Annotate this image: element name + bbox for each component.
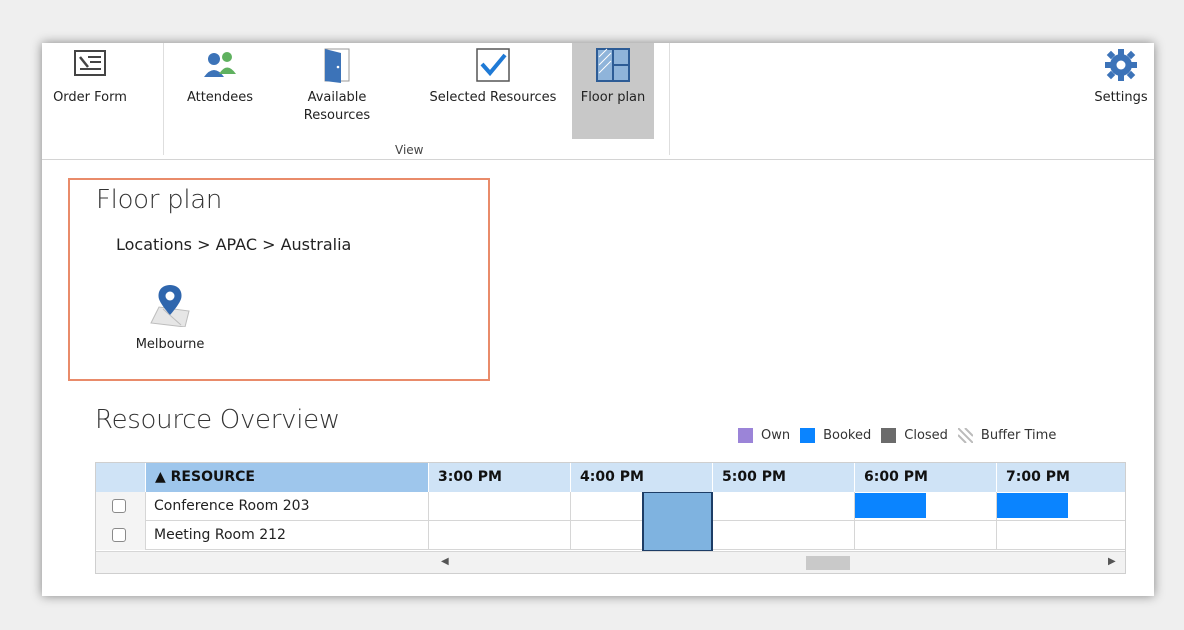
attendees-button[interactable]: Attendees [174,43,266,139]
legend-swatch [881,427,897,443]
app-window: Order Form Attendees Available Resources [42,43,1154,596]
legend-buffer-time: Buffer Time [957,427,1057,443]
ribbon-group-label: View [395,143,424,157]
buffer-time-swatch [957,427,973,443]
breadcrumb[interactable]: Locations > APAC > Australia [116,235,351,254]
legend-swatch [800,427,816,443]
settings-label: Settings [1094,90,1148,105]
time-slot[interactable] [713,492,855,521]
time-column-header: 4:00 PM [571,463,713,492]
row-checkbox[interactable] [112,499,126,513]
horizontal-scrollbar[interactable]: ◀ ▶ [96,551,1125,573]
scrollbar-thumb[interactable] [806,556,850,570]
floor-plan-label: Floor plan [580,90,646,105]
ribbon-toolbar: Order Form Attendees Available Resources [42,43,1154,160]
resource-name: Meeting Room 212 [146,521,429,550]
legend-swatch [738,427,753,443]
row-select-cell [96,521,146,550]
map-pin-icon [150,285,190,328]
time-slot[interactable] [997,521,1125,550]
floor-plan-icon [596,48,630,82]
time-column-header: 5:00 PM [713,463,855,492]
row-select-cell [96,492,146,521]
table-row[interactable]: Meeting Room 212 [96,521,1125,550]
time-slot[interactable] [429,521,571,550]
attendees-label: Attendees [186,90,254,105]
legend-own: Own [738,427,791,443]
resource-name: Conference Room 203 [146,492,429,521]
location-melbourne[interactable]: Melbourne [110,283,230,352]
gear-icon [1105,49,1137,81]
booked-block[interactable] [855,493,926,518]
header-checkbox-column [96,463,146,492]
scroll-right-icon[interactable]: ▶ [1108,556,1116,567]
order-form-label: Order Form [53,90,127,105]
attendees-icon [204,52,236,77]
time-slot[interactable] [713,521,855,550]
available-resources-label-line2: Resources [303,108,371,123]
selected-time-block[interactable] [642,492,713,551]
legend-label: Booked [823,427,872,443]
floor-plan-panel: Floor plan Locations > APAC > Australia … [68,178,490,381]
location-label: Melbourne [135,337,205,352]
legend-closed: Closed [881,427,948,443]
time-column-header: 6:00 PM [855,463,997,492]
table-row[interactable]: Conference Room 203 [96,492,1125,521]
selected-resources-label: Selected Resources [429,90,557,105]
time-slot[interactable] [855,521,997,550]
selected-resources-button[interactable]: Selected Resources [418,43,568,139]
resource-schedule-grid: ▲ RESOURCE 3:00 PM 4:00 PM 5:00 PM 6:00 … [95,462,1126,574]
order-form-button[interactable]: Order Form [42,43,138,139]
scroll-left-icon[interactable]: ◀ [441,556,449,567]
time-column-header: 7:00 PM [997,463,1125,492]
legend-booked: Booked [800,427,872,443]
door-icon [324,48,350,83]
legend-label: Buffer Time [980,427,1057,443]
legend-label: Own [761,427,791,443]
time-slot[interactable] [429,492,571,521]
resource-column-header[interactable]: ▲ RESOURCE [146,463,429,492]
booked-block[interactable] [997,493,1068,518]
ribbon-divider [669,43,670,155]
available-resources-label-line1: Available [307,90,367,105]
available-resources-button[interactable]: Available Resources [289,43,385,139]
time-column-header: 3:00 PM [429,463,571,492]
page-title: Floor plan [96,185,223,215]
row-checkbox[interactable] [112,528,126,542]
legend: Own Booked Closed Buffer Time [738,426,1066,444]
resource-overview-title: Resource Overview [95,405,340,435]
ribbon-divider [163,43,164,155]
order-form-icon [74,50,106,76]
checkbox-icon [476,48,510,82]
floor-plan-button[interactable]: Floor plan [572,43,654,139]
legend-label: Closed [904,427,948,443]
settings-button[interactable]: Settings [1088,43,1154,139]
